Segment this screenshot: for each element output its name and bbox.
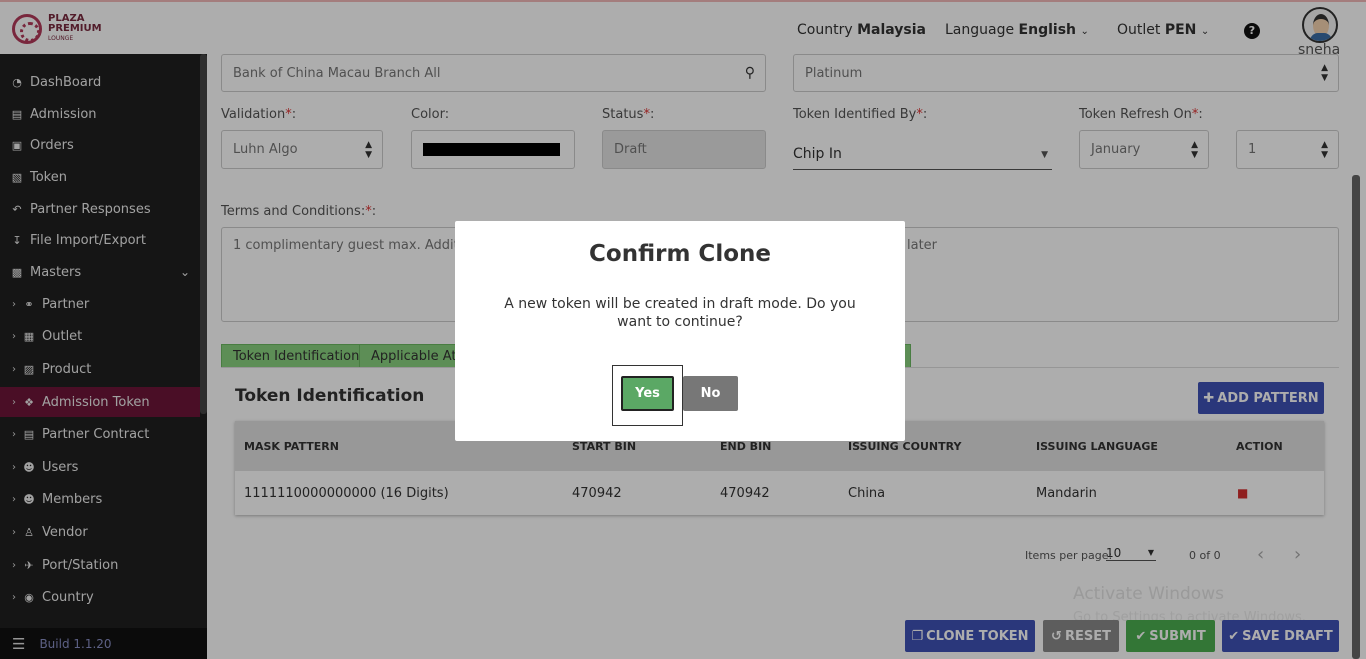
confirm-clone-dialog: Confirm Clone A new token will be create…: [455, 221, 905, 441]
dialog-title: Confirm Clone: [589, 241, 771, 267]
no-button[interactable]: No: [683, 376, 738, 411]
dialog-message: A new token will be created in draft mod…: [504, 296, 856, 330]
yes-button[interactable]: Yes: [621, 376, 674, 411]
